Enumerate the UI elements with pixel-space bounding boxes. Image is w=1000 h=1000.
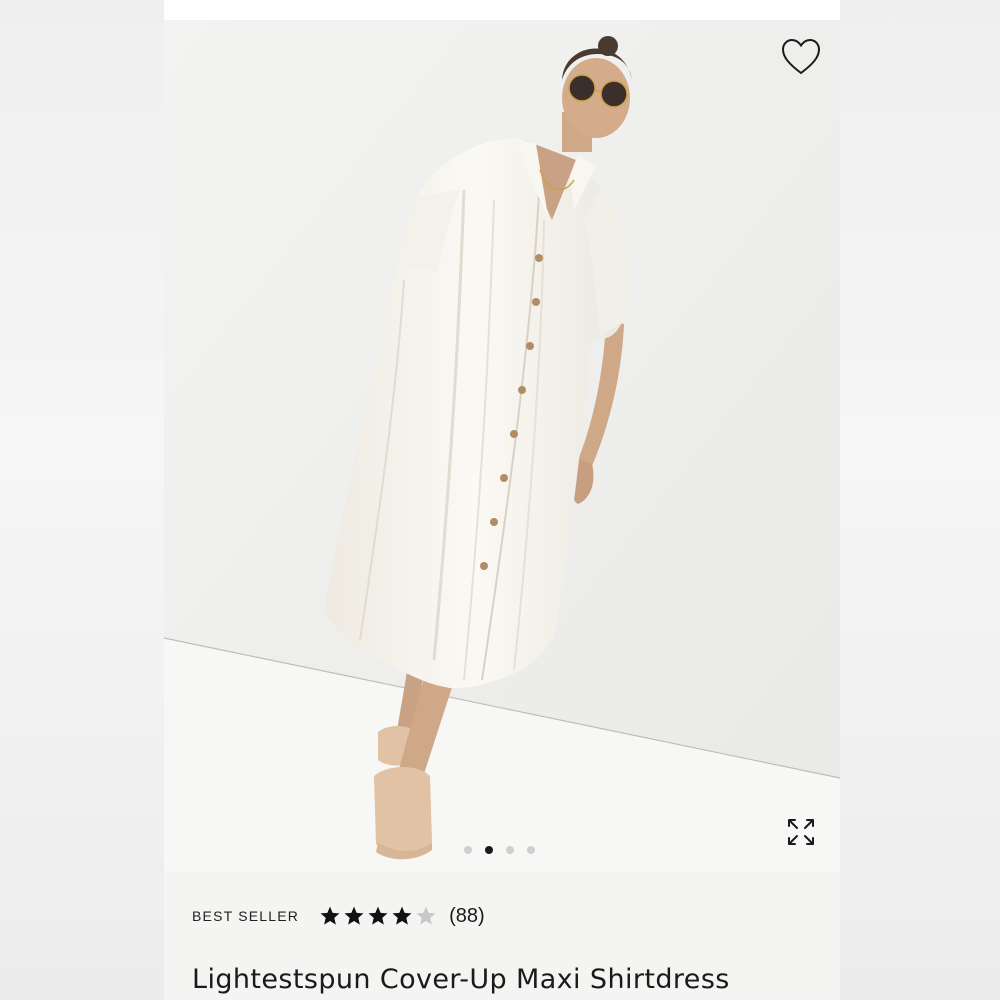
product-meta-row: BEST SELLER (88): [192, 902, 485, 930]
star-filled-icon: [344, 906, 364, 925]
product-title: Lightestspun Cover-Up Maxi Shirtdress: [192, 964, 730, 995]
left-backdrop: [0, 0, 164, 1000]
top-bar: [164, 0, 840, 20]
model-photo: [164, 20, 840, 872]
product-page: BEST SELLER (88) Lightestspun Cover-Up M…: [164, 0, 840, 1000]
star-filled-icon: [368, 906, 388, 925]
star-filled-icon: [392, 906, 412, 925]
product-image[interactable]: [164, 20, 840, 872]
product-info: BEST SELLER (88) Lightestspun Cover-Up M…: [164, 872, 840, 1000]
expand-image-button[interactable]: [782, 813, 820, 851]
carousel-dot-4[interactable]: [527, 846, 535, 854]
carousel-dot-3[interactable]: [506, 846, 514, 854]
star-filled-icon: [320, 906, 340, 925]
review-count-link[interactable]: (88): [449, 905, 485, 928]
carousel-dot-2[interactable]: [485, 846, 493, 854]
star-empty-icon: [416, 906, 436, 925]
favorite-button[interactable]: [778, 34, 824, 80]
carousel-pagination: [464, 844, 544, 856]
expand-arrows-icon: [788, 819, 814, 845]
star-rating[interactable]: [319, 905, 437, 927]
best-seller-badge: BEST SELLER: [192, 908, 300, 924]
carousel-dot-1[interactable]: [464, 846, 472, 854]
right-backdrop: [840, 0, 1000, 1000]
heart-outline-icon: [781, 38, 821, 75]
sandal-front: [374, 767, 432, 854]
